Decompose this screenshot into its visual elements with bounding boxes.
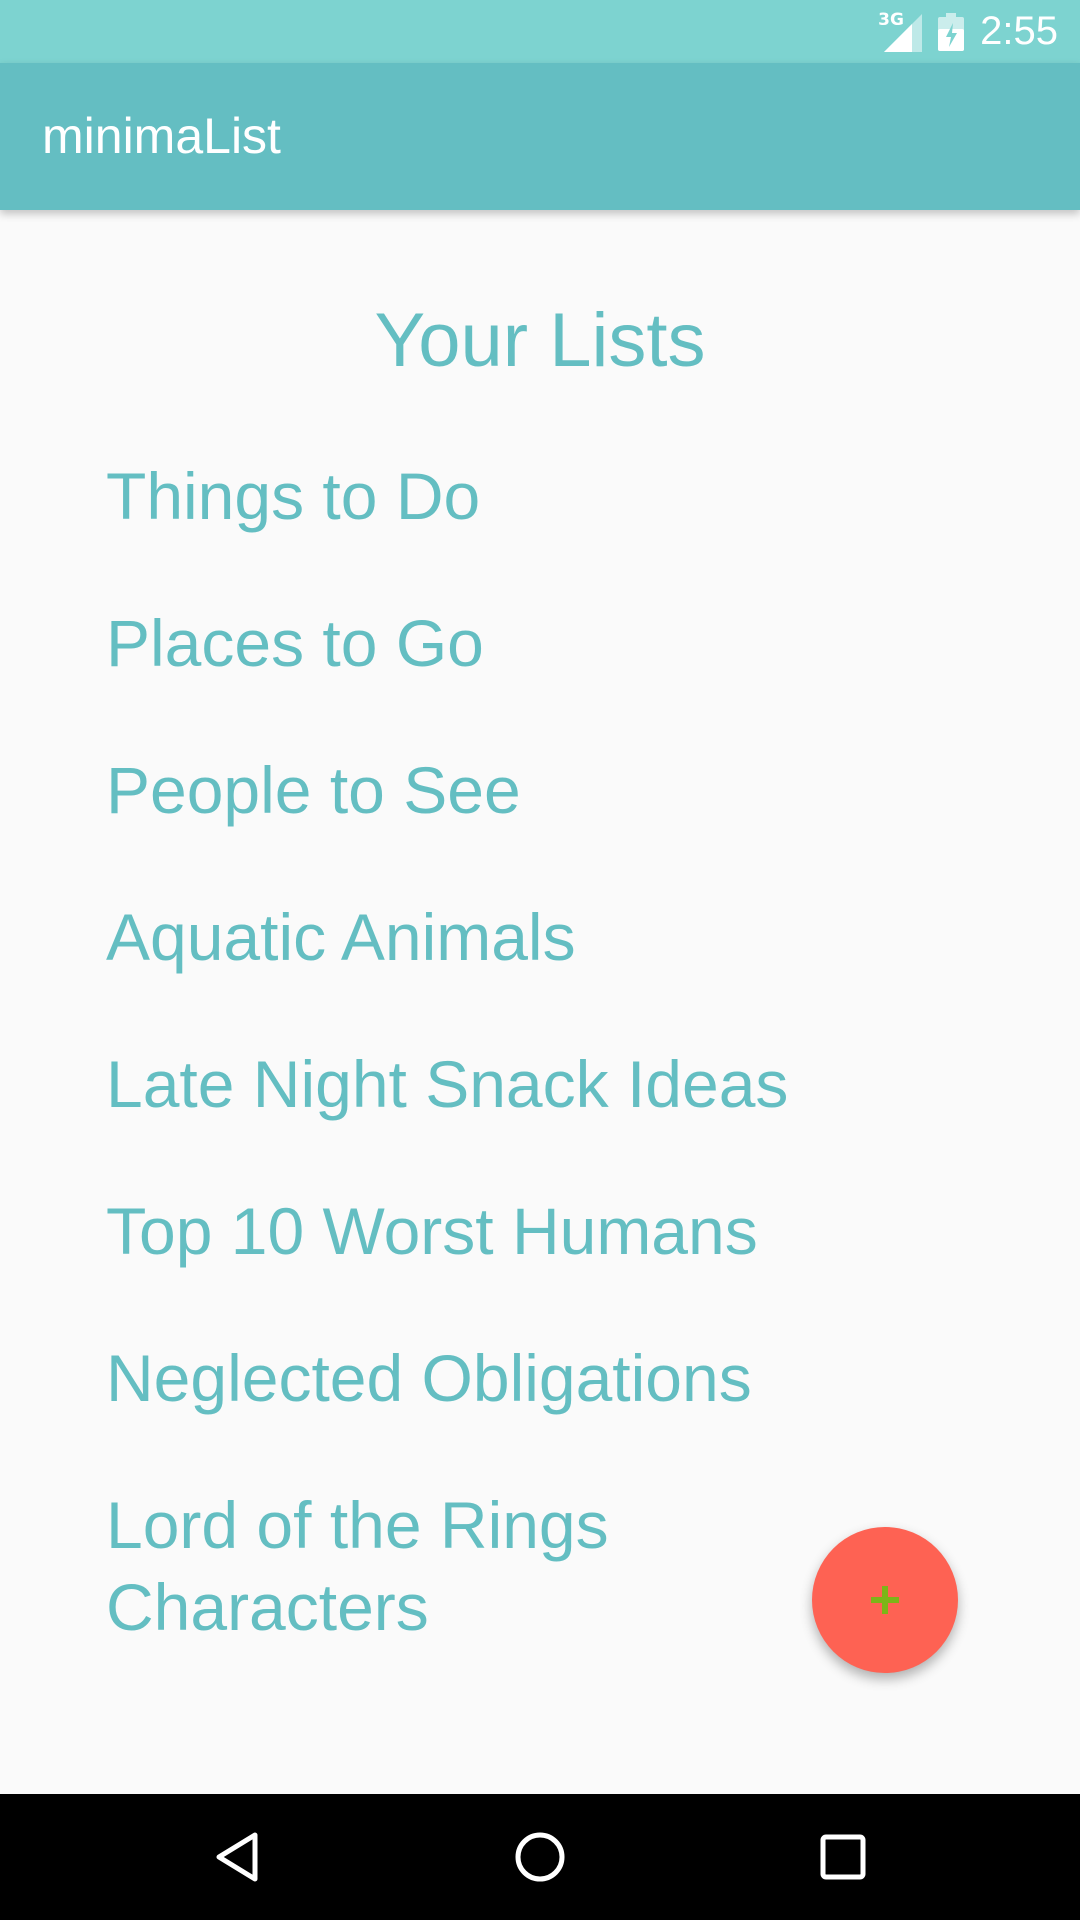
home-icon xyxy=(515,1832,565,1882)
signal-icon: 3G xyxy=(876,10,923,52)
list-item-places-to-go[interactable]: Places to Go xyxy=(106,602,806,684)
status-bar: 3G 2:55 xyxy=(0,0,1080,63)
battery-icon xyxy=(938,12,965,51)
list-item-top-10-worst-humans[interactable]: Top 10 Worst Humans xyxy=(106,1190,806,1272)
list-item-aquatic-animals[interactable]: Aquatic Animals xyxy=(106,896,806,978)
app-bar: minimaList xyxy=(0,63,1080,210)
status-time: 2:55 xyxy=(980,9,1058,53)
recents-icon xyxy=(820,1834,866,1880)
home-button[interactable] xyxy=(460,1794,620,1920)
list-item-neglected-obligations[interactable]: Neglected Obligations xyxy=(106,1337,806,1419)
status-icons: 3G 2:55 xyxy=(876,0,1058,63)
page-title: Your Lists xyxy=(374,298,706,383)
add-list-button[interactable] xyxy=(812,1527,958,1673)
back-button[interactable] xyxy=(157,1794,317,1920)
app-title: minimaList xyxy=(42,108,281,164)
list-item-lord-of-the-rings-characters[interactable]: Lord of the Rings Characters xyxy=(106,1484,746,1648)
list-item-late-night-snack-ideas[interactable]: Late Night Snack Ideas xyxy=(106,1043,806,1125)
navigation-bar xyxy=(0,1794,1080,1920)
recents-button[interactable] xyxy=(763,1794,923,1920)
back-icon xyxy=(216,1832,258,1882)
list-item-people-to-see[interactable]: People to See xyxy=(106,749,806,831)
plus-icon xyxy=(871,1586,899,1614)
lists-list: Things to Do Places to Go People to See … xyxy=(106,455,806,1713)
list-item-things-to-do[interactable]: Things to Do xyxy=(106,455,806,537)
app-screen: 3G 2:55 minimaList Your Lists Things to … xyxy=(0,0,1080,1920)
